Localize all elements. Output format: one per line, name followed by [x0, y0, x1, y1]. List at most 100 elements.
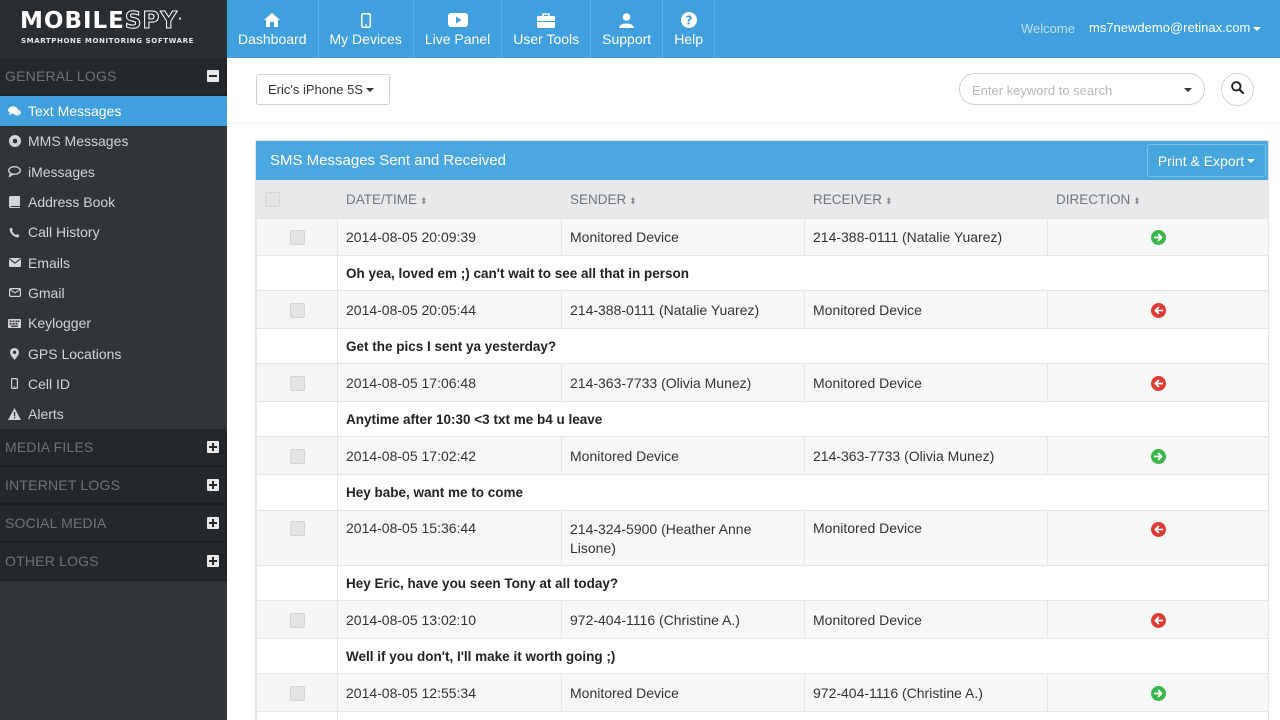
sidebar-item-label: Alerts: [28, 406, 64, 423]
cell-sender: 214-363-7733 (Olivia Munez): [561, 363, 805, 402]
cell-receiver: 214-363-7733 (Olivia Munez): [804, 436, 1048, 475]
app-logo[interactable]: MOBILESPY. SMARTPHONE MONITORING SOFTWAR…: [0, 0, 227, 58]
device-select[interactable]: Eric's iPhone 5S: [256, 74, 390, 105]
row-checkbox[interactable]: [289, 612, 305, 628]
section-social-media[interactable]: SOCIAL MEDIA: [0, 505, 227, 544]
nav-my-devices[interactable]: My Devices: [319, 0, 414, 58]
row-checkbox[interactable]: [289, 375, 305, 391]
nav-support[interactable]: Support: [591, 0, 664, 58]
sidebar-item-gps-locations[interactable]: GPS Locations: [0, 338, 227, 368]
section-internet-logs[interactable]: INTERNET LOGS: [0, 467, 227, 506]
map-marker-icon: [8, 347, 21, 360]
outgoing-arrow-icon: [1150, 230, 1166, 246]
section-media-files[interactable]: MEDIA FILES: [0, 429, 227, 468]
expand-icon[interactable]: [207, 517, 219, 530]
table-row[interactable]: 2014-08-05 17:02:42 Monitored Device 214…: [256, 436, 1268, 475]
nav-label: Live Panel: [424, 31, 491, 47]
cell-receiver: 214-388-0111 (Natalie Yuarez): [804, 218, 1048, 256]
play-icon: [447, 11, 468, 29]
table-row[interactable]: 2014-08-05 17:06:48 214-363-7733 (Olivia…: [256, 363, 1268, 402]
user-email: ms7newdemo@retinax.com: [1089, 20, 1251, 35]
nav-live-panel[interactable]: Live Panel: [414, 0, 503, 58]
speech-bubble-icon: [8, 165, 21, 178]
search-input[interactable]: [972, 81, 1172, 99]
section-title: MEDIA FILES: [5, 439, 94, 456]
sort-icon: ⬍: [885, 196, 893, 206]
incoming-arrow-icon: [1150, 302, 1166, 318]
sort-icon: ⬍: [1133, 196, 1141, 206]
sidebar-item-gmail[interactable]: Gmail: [0, 278, 227, 308]
sidebar-item-emails[interactable]: Emails: [0, 247, 227, 277]
header-receiver[interactable]: RECEIVER ⬍: [804, 180, 1048, 219]
cell-receiver: Monitored Device: [804, 510, 1048, 566]
expand-icon[interactable]: [207, 441, 219, 454]
user-menu[interactable]: ms7newdemo@retinax.com: [1089, 20, 1262, 35]
divider: [227, 123, 1280, 124]
sidebar-item-call-history[interactable]: Call History: [0, 217, 227, 247]
table-row[interactable]: 2014-08-05 20:05:44 214-388-0111 (Natali…: [256, 290, 1268, 329]
cell-sender: 972-404-1116 (Christine A.): [561, 600, 805, 639]
sidebar-item-cell-id[interactable]: Cell ID: [0, 369, 227, 399]
section-other-logs[interactable]: OTHER LOGS: [0, 543, 227, 582]
cell-phone-icon: [8, 377, 21, 390]
nav-help[interactable]: ? Help: [663, 0, 715, 58]
sidebar-item-text-messages[interactable]: Text Messages: [0, 96, 227, 127]
sidebar-item-mms-messages[interactable]: MMS Messages: [0, 126, 227, 156]
row-checkbox[interactable]: [289, 448, 305, 464]
chevron-down-icon: [1247, 158, 1256, 163]
section-general-logs[interactable]: GENERAL LOGS: [0, 58, 227, 96]
search-dropdown-icon[interactable]: [1184, 88, 1192, 92]
phone-icon: [8, 226, 21, 239]
row-checkbox[interactable]: [289, 230, 305, 246]
row-checkbox[interactable]: [289, 685, 305, 701]
nav-user-tools[interactable]: User Tools: [502, 0, 592, 58]
user-icon: [619, 11, 635, 29]
sidebar-item-label: MMS Messages: [28, 133, 129, 150]
nav-label: My Devices: [329, 31, 402, 47]
search-icon: [1231, 80, 1245, 99]
header-direction[interactable]: DIRECTION ⬍: [1047, 180, 1268, 219]
panel-header: SMS Messages Sent and Received Print & E…: [256, 141, 1268, 180]
collapse-icon[interactable]: [207, 70, 219, 82]
row-checkbox[interactable]: [289, 520, 305, 536]
sidebar: GENERAL LOGS Text Messages MMS Messages …: [0, 58, 227, 720]
header-sender[interactable]: SENDER ⬍: [561, 180, 805, 219]
expand-icon[interactable]: [207, 479, 219, 492]
sort-icon: ⬍: [420, 196, 428, 206]
comments-icon: [8, 105, 21, 118]
sidebar-item-label: Gmail: [28, 284, 65, 301]
print-export-button[interactable]: Print & Export: [1147, 144, 1266, 177]
sidebar-item-label: Emails: [28, 254, 71, 271]
section-title: GENERAL LOGS: [5, 68, 117, 84]
cell-datetime: 2014-08-05 13:02:10: [337, 600, 562, 639]
sidebar-item-imessages[interactable]: iMessages: [0, 157, 227, 187]
header-select-all[interactable]: [256, 180, 338, 219]
main-nav: Dashboard My Devices Live Panel User Too…: [227, 0, 715, 58]
row-checkbox[interactable]: [289, 302, 305, 318]
circle-icon: [8, 135, 21, 148]
sidebar-item-alerts[interactable]: Alerts: [0, 399, 227, 429]
sidebar-item-label: Call History: [28, 224, 100, 241]
table-row[interactable]: 2014-08-05 15:36:44 214-324-5900 (Heathe…: [256, 510, 1268, 566]
table-header-row: DATE/TIME ⬍ SENDER ⬍ RECEIVER ⬍ DIRECTION ⬍: [256, 180, 1268, 219]
table-row[interactable]: 2014-08-05 13:02:10 972-404-1116 (Christ…: [256, 600, 1268, 639]
sidebar-item-keylogger[interactable]: Keylogger: [0, 308, 227, 338]
expand-icon[interactable]: [207, 555, 219, 568]
logo-dot: .: [177, 11, 183, 23]
header-datetime[interactable]: DATE/TIME ⬍: [337, 180, 562, 219]
select-all-checkbox[interactable]: [265, 192, 280, 208]
message-text: Well if you don't, I'll make it worth go…: [337, 638, 1268, 674]
mobile-icon: [360, 11, 371, 29]
message-row: Hey babe, want me to come: [256, 474, 1268, 511]
table-row[interactable]: 2014-08-05 12:55:34 Monitored Device 972…: [256, 673, 1268, 712]
search-box[interactable]: [959, 73, 1205, 105]
outgoing-arrow-icon: [1150, 685, 1166, 701]
cell-receiver: Monitored Device: [804, 290, 1048, 329]
section-title: SOCIAL MEDIA: [5, 515, 107, 532]
search-button[interactable]: [1221, 73, 1254, 106]
sidebar-item-address-book[interactable]: Address Book: [0, 187, 227, 217]
table-row[interactable]: 2014-08-05 20:09:39 Monitored Device 214…: [256, 218, 1268, 256]
nav-dashboard[interactable]: Dashboard: [227, 0, 319, 58]
chevron-down-icon: [365, 87, 374, 92]
top-bar: MOBILESPY. SMARTPHONE MONITORING SOFTWAR…: [0, 0, 1280, 58]
